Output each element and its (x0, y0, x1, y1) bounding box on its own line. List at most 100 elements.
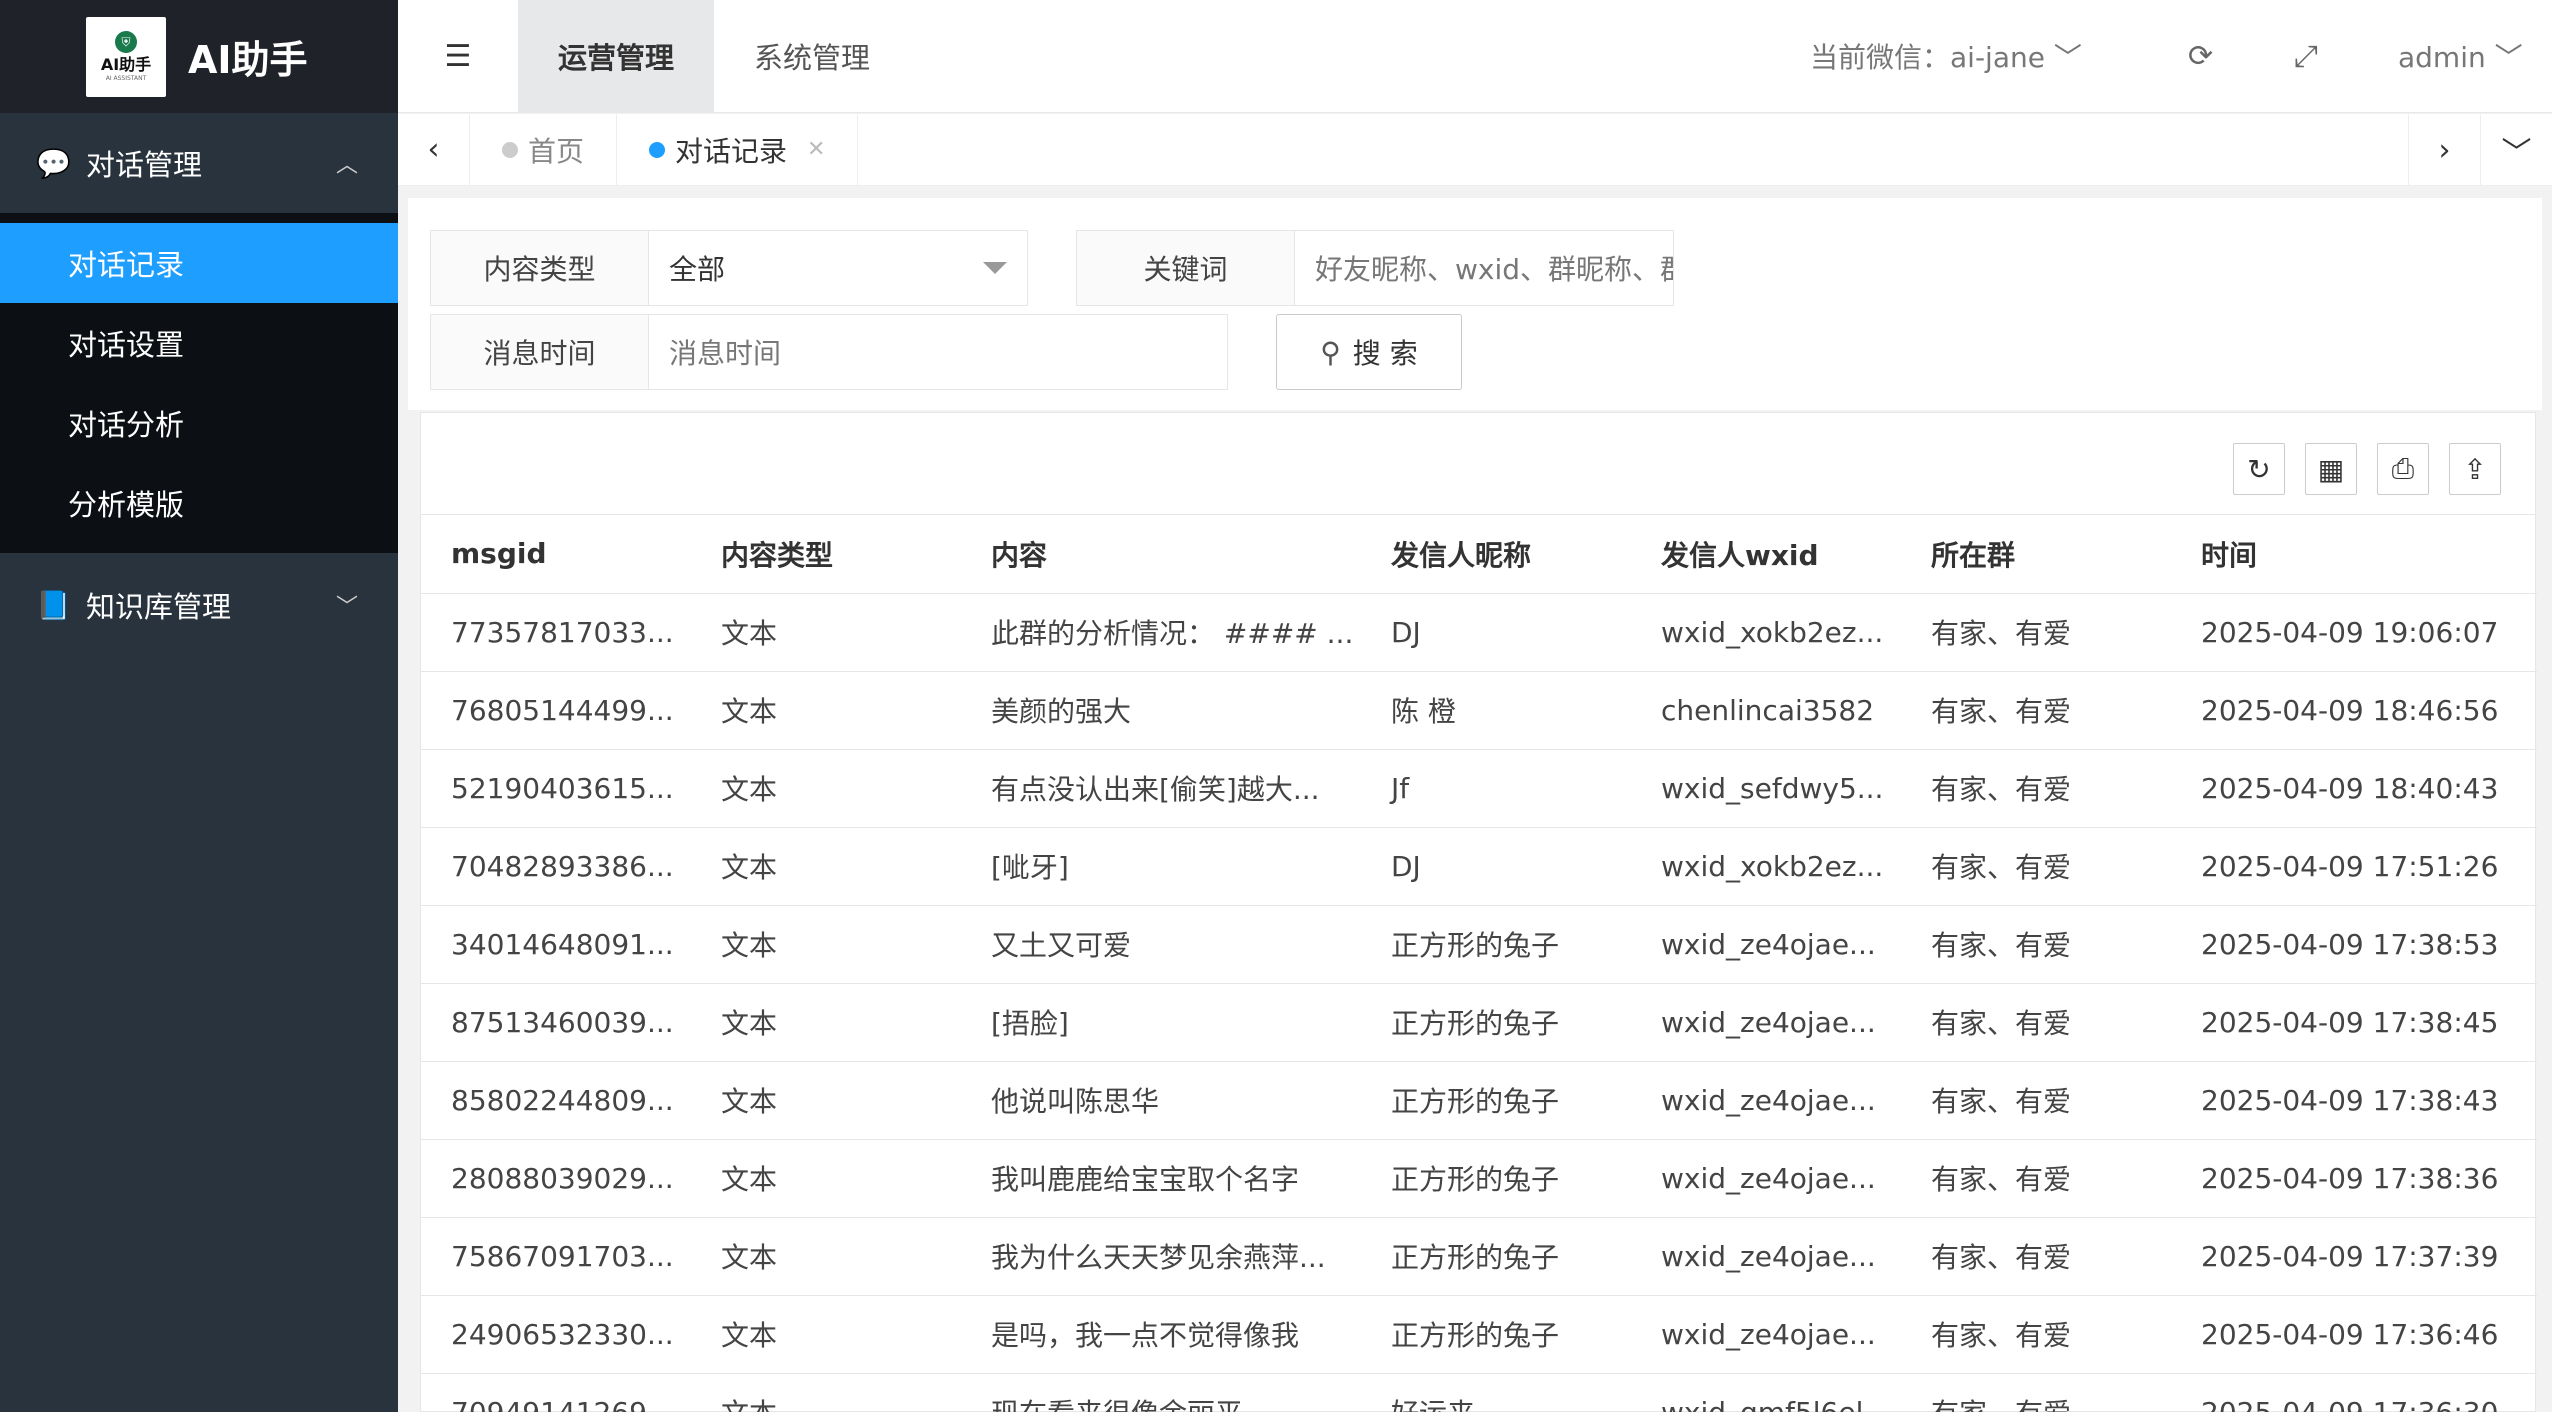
user-menu[interactable]: admin ﹀ (2398, 36, 2523, 76)
col-header-group[interactable]: 所在群 (1901, 515, 2171, 594)
cell-sender-wxid: wxid_qmf5l6el... (1631, 1373, 1901, 1412)
cell-content-type: 文本 (691, 1139, 961, 1218)
table-row[interactable]: 76805144499... 文本 美颜的强大陈 橙 chenlincai3582 有家… (421, 671, 2537, 750)
app-logo: ⛨ AI助手 AI ASSISTANT (86, 16, 166, 97)
current-wechat-select[interactable]: 当前微信：ai-jane ﹀ (1810, 36, 2082, 76)
page-tab-label: 对话记录 (675, 134, 788, 168)
cell-group: 有家、有爱 (1901, 593, 2171, 672)
table-row[interactable]: 70949141269...文本现在看来很像余丽平好运来wxid_qmf5l6e… (421, 1373, 2537, 1412)
cell-time: 2025-04-09 18:40:43 (2171, 749, 2537, 828)
app-title: AI助手 (188, 38, 308, 82)
table-row[interactable]: 24906532330... 文本 是吗，我一点不觉得像我 正方形的兔子 wxid_ze… (421, 1295, 2537, 1374)
chevron-down-icon: ﹀ (335, 595, 358, 620)
close-icon[interactable]: ✕ (807, 137, 825, 162)
export-icon[interactable]: ⇪ (2449, 443, 2501, 495)
keyword-input[interactable]: 好友昵称、wxid、群昵称、群 (1295, 231, 1673, 305)
cell-msgid: 75867091703... (421, 1217, 691, 1296)
tabs-menu-chevron-down-icon[interactable]: ﹀ (2480, 114, 2552, 186)
chevron-down-icon: ﹀ (2053, 41, 2082, 74)
print-icon[interactable]: ⎙ (2377, 443, 2429, 495)
cell-content: 现在看来很像余丽平 (961, 1373, 1361, 1412)
column-filter-icon[interactable]: ▦ (2305, 443, 2357, 495)
page-tab-dialog-records[interactable]: 对话记录 ✕ (617, 113, 859, 186)
menu-group-knowledge-base[interactable]: 📘 知识库管理 ﹀ (0, 555, 398, 655)
menu-toggle-icon[interactable]: ☰ (398, 39, 518, 74)
tab-operations[interactable]: 运营管理 (518, 0, 715, 113)
cell-msgid: 24906532330... (421, 1295, 691, 1374)
cell-time: 2025-04-09 18:46:56 (2171, 671, 2537, 750)
table-row[interactable]: 52190403615... 文本 有点没认出来[偷笑]越大... Jf wxid_se… (421, 749, 2537, 828)
sidebar-item-analysis-templates[interactable]: 分析模版 (0, 463, 398, 543)
search-form: 内容类型 全部 关键词 好友昵称、wxid、群昵称、群 消息时间 消息时间 ⚲ … (408, 198, 2542, 410)
table-row[interactable]: 34014648091... 文本 又土又可爱 正方形的兔子 wxid_ze4ojae.… (421, 905, 2537, 984)
tab-dot (649, 141, 666, 158)
cell-content: 是吗，我一点不觉得像我 (961, 1295, 1361, 1374)
sidebar-item-dialog-analysis[interactable]: 对话分析 (0, 383, 398, 463)
current-wechat-label: 当前微信：ai-jane (1810, 41, 2045, 74)
cell-time: 2025-04-09 17:38:36 (2171, 1139, 2537, 1218)
tabs-right-controls: › ﹀ (2408, 114, 2552, 186)
cell-group: 有家、有爱 (1901, 671, 2171, 750)
tabs-scroll-left-icon[interactable]: ‹ (398, 113, 470, 186)
cell-time: 2025-04-09 17:38:43 (2171, 1061, 2537, 1140)
submenu-dialog-management: 对话记录 对话设置 对话分析 分析模版 (0, 213, 398, 553)
col-header-content[interactable]: 内容 (961, 515, 1361, 594)
search-icon: ⚲ (1320, 335, 1341, 369)
table-panel: ↻ ▦ ⎙ ⇪ msgid 内容类型 内容 发信人昵称 发信人wxid 所在群 … (420, 412, 2537, 1412)
table-row[interactable]: 77357817033... 文本 此群的分析情况： #### ... DJ wxid_… (421, 593, 2537, 672)
cell-group: 有家、有爱 (1901, 827, 2171, 906)
table-row[interactable]: 87513460039... 文本 [捂脸] 正方形的兔子 wxid_ze4ojae..… (421, 983, 2537, 1062)
cell-msgid: 70949141269... (421, 1373, 691, 1412)
search-button-label: 搜 索 (1352, 337, 1418, 370)
cell-msgid: 87513460039... (421, 983, 691, 1062)
table-refresh-icon[interactable]: ↻ (2233, 443, 2285, 495)
table-row[interactable]: 75867091703... 文本 我为什么天天梦见余燕萍... 正方形的兔子 wxid… (421, 1217, 2537, 1296)
sidebar-item-dialog-settings[interactable]: 对话设置 (0, 303, 398, 383)
cell-msgid: 52190403615... (421, 749, 691, 828)
col-header-sender-wxid[interactable]: 发信人wxid (1631, 515, 1901, 594)
table-toolbar: ↻ ▦ ⎙ ⇪ (421, 413, 2535, 515)
tab-dot (502, 141, 518, 158)
cell-msgid: 28088039029... (421, 1139, 691, 1218)
table-header-row: msgid 内容类型 内容 发信人昵称 发信人wxid 所在群 时间 (421, 515, 2537, 594)
cell-content-type: 文本 (691, 1373, 961, 1412)
col-header-content-type[interactable]: 内容类型 (691, 515, 961, 594)
cell-sender-nickname: 正方形的兔子 (1361, 1061, 1631, 1140)
tabs-scroll-right-icon[interactable]: › (2408, 114, 2480, 186)
page-tabs-bar: ‹ 首页 对话记录 ✕ › ﹀ (398, 113, 2552, 186)
table-body: 77357817033... 文本 此群的分析情况： #### ... DJ wxid_… (421, 593, 2537, 1412)
refresh-icon[interactable]: ⟳ (2188, 39, 2213, 74)
menu-group-label: 知识库管理 (86, 590, 232, 624)
cell-time: 2025-04-09 17:37:39 (2171, 1217, 2537, 1296)
cell-sender-nickname: Jf (1361, 749, 1631, 828)
content-type-value: 全部 (669, 253, 726, 286)
cell-sender-nickname: 正方形的兔子 (1361, 1139, 1631, 1218)
table-row[interactable]: 28088039029... 文本 我叫鹿鹿给宝宝取个名字 正方形的兔子 wxid_ze… (421, 1139, 2537, 1218)
cell-group: 有家、有爱 (1901, 1295, 2171, 1374)
top-header: ☰ 运营管理 系统管理 当前微信：ai-jane ﹀ ⟳ ⤢ admin ﹀ (398, 0, 2552, 113)
page-tab-home[interactable]: 首页 (470, 113, 618, 186)
search-button[interactable]: ⚲ 搜 索 (1276, 314, 1462, 390)
cell-group: 有家、有爱 (1901, 905, 2171, 984)
sidebar-item-dialog-records[interactable]: 对话记录 (0, 223, 398, 303)
table-row[interactable]: 70482893386... 文本 [呲牙] DJ wxid_xokb2ez... 有家、… (421, 827, 2537, 906)
fullscreen-icon[interactable]: ⤢ (2294, 39, 2318, 74)
col-header-sender-nickname[interactable]: 发信人昵称 (1361, 515, 1631, 594)
content-type-select[interactable]: 全部 (649, 231, 1027, 305)
cell-sender-nickname: 正方形的兔子 (1361, 983, 1631, 1062)
cell-content: 又土又可爱 (961, 905, 1361, 984)
col-header-time[interactable]: 时间 (2171, 515, 2537, 594)
menu-group-dialog-management[interactable]: 💬 对话管理 ︿ (0, 113, 398, 213)
cell-time: 2025-04-09 17:36:46 (2171, 1295, 2537, 1374)
col-header-msgid[interactable]: msgid (421, 515, 691, 594)
chevron-up-icon: ︿ (335, 153, 358, 178)
msg-time-input[interactable]: 消息时间 (649, 315, 1227, 389)
tab-system[interactable]: 系统管理 (714, 0, 910, 113)
table-row[interactable]: 85802244809... 文本 他说叫陈思华 正方形的兔子 wxid_ze4ojae… (421, 1061, 2537, 1140)
cell-sender-nickname: DJ (1361, 593, 1631, 672)
cell-content-type: 文本 (691, 1217, 961, 1296)
cell-sender-wxid: chenlincai3582 (1631, 671, 1901, 750)
cell-content-type: 文本 (691, 1295, 961, 1374)
msg-time-label: 消息时间 (431, 315, 649, 389)
cell-sender-wxid: wxid_ze4ojae... (1631, 1295, 1901, 1374)
